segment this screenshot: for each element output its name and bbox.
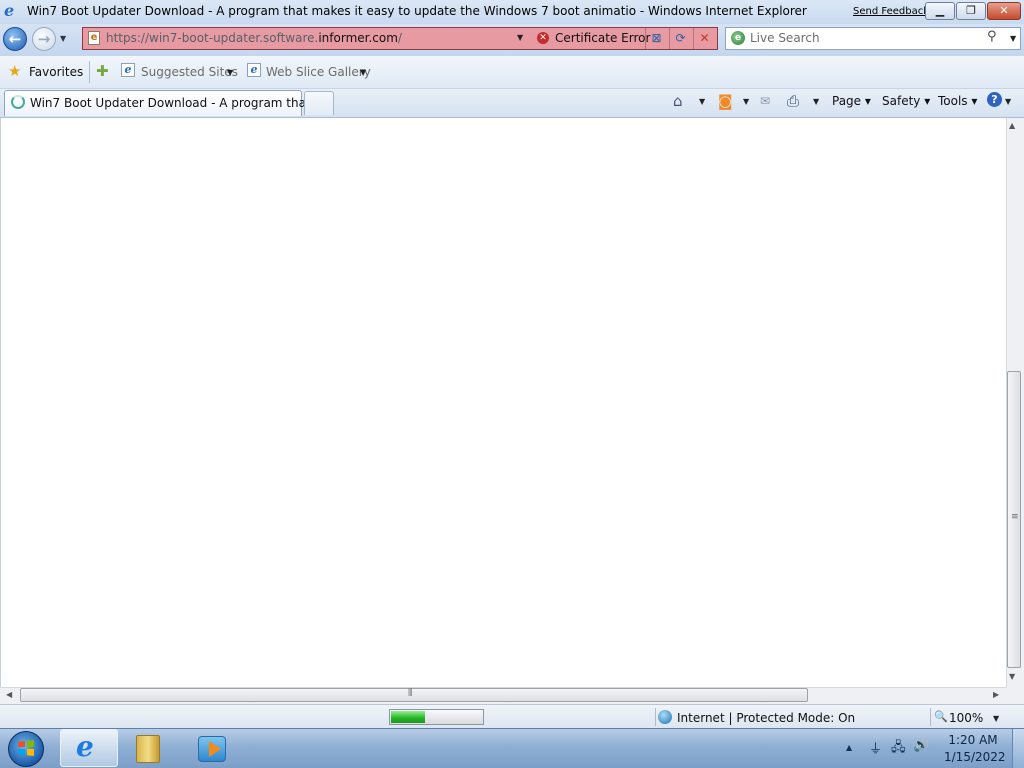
- new-tab-button[interactable]: [304, 91, 334, 115]
- loading-icon: [11, 95, 25, 109]
- certificate-error-icon[interactable]: ✕: [537, 32, 549, 44]
- read-mail-icon[interactable]: ✉: [760, 94, 770, 108]
- web-slice-gallery-icon: e: [247, 63, 261, 77]
- safely-remove-hardware-icon[interactable]: ⏚: [869, 738, 882, 757]
- show-desktop-button[interactable]: [1012, 729, 1024, 768]
- status-bar: [0, 704, 1024, 728]
- close-button[interactable]: ✕: [987, 2, 1021, 20]
- scroll-grip-icon: ≡: [1011, 512, 1019, 522]
- progress-fill: [391, 711, 425, 723]
- status-separator: [655, 708, 656, 726]
- print-dropdown-icon[interactable]: ▼: [813, 97, 819, 106]
- clock-time[interactable]: 1:20 AM: [947, 733, 999, 747]
- suggested-sites-dropdown-icon[interactable]: ▼: [227, 68, 233, 77]
- back-button[interactable]: ←: [3, 27, 27, 51]
- security-zone-status[interactable]: Internet | Protected Mode: On: [677, 711, 855, 725]
- suggested-sites-link[interactable]: Suggested Sites: [141, 65, 238, 79]
- page-content[interactable]: [0, 118, 1006, 687]
- url-suffix: /: [397, 31, 402, 45]
- windows-explorer-icon[interactable]: [136, 735, 160, 763]
- address-input[interactable]: https://win7-boot-updater.software.infor…: [106, 31, 402, 45]
- help-icon[interactable]: ?: [987, 92, 1002, 107]
- play-icon: [209, 741, 221, 757]
- home-dropdown-icon[interactable]: ▼: [699, 97, 705, 106]
- help-dropdown-icon[interactable]: ▼: [1005, 97, 1011, 106]
- send-feedback-link[interactable]: Send Feedback: [853, 6, 929, 17]
- recent-pages-dropdown-icon[interactable]: ▼: [60, 34, 66, 43]
- scroll-grip-icon: ⦀: [408, 688, 413, 699]
- suggested-sites-icon: e: [121, 63, 135, 77]
- globe-icon: [658, 710, 672, 724]
- certificate-error-button[interactable]: Certificate Error: [555, 31, 650, 45]
- search-icon[interactable]: ⚲: [987, 29, 997, 44]
- url-domain: informer.com: [318, 31, 398, 45]
- add-to-favorites-bar-icon[interactable]: ✚: [96, 62, 109, 80]
- scroll-left-icon[interactable]: ◀: [6, 690, 12, 699]
- scroll-corner: [1006, 687, 1024, 704]
- feeds-icon[interactable]: ◙: [718, 92, 733, 110]
- print-icon[interactable]: ⎙: [787, 92, 799, 110]
- page-menu[interactable]: Page ▾: [832, 94, 871, 108]
- zoom-level[interactable]: 100%: [949, 711, 983, 725]
- forward-button[interactable]: →: [32, 27, 56, 51]
- home-icon[interactable]: ⌂: [673, 92, 683, 110]
- favorites-star-icon[interactable]: ★: [8, 62, 21, 80]
- clock-date[interactable]: 1/15/2022: [944, 750, 1006, 764]
- internet-explorer-icon[interactable]: e: [4, 3, 20, 19]
- live-search-icon: e: [731, 31, 745, 45]
- web-slice-gallery-link[interactable]: Web Slice Gallery: [266, 65, 371, 79]
- maximize-button[interactable]: ❐: [956, 2, 986, 20]
- scroll-right-icon[interactable]: ▶: [993, 690, 999, 699]
- tools-menu[interactable]: Tools ▾: [938, 94, 977, 108]
- feeds-dropdown-icon[interactable]: ▼: [743, 97, 749, 106]
- address-dropdown-icon[interactable]: ▼: [517, 33, 523, 42]
- search-options-dropdown-icon[interactable]: ▼: [1010, 34, 1016, 43]
- stop-icon[interactable]: ✕: [693, 28, 715, 49]
- safety-menu[interactable]: Safety ▾: [882, 94, 930, 108]
- search-placeholder[interactable]: Live Search: [750, 31, 820, 45]
- favorites-separator: [89, 61, 90, 83]
- url-prefix: https://win7-boot-updater.software.: [106, 31, 319, 45]
- web-slice-gallery-dropdown-icon[interactable]: ▼: [360, 68, 366, 77]
- status-separator: [930, 708, 931, 726]
- compatibility-view-icon[interactable]: ⊠: [645, 28, 667, 49]
- zoom-icon[interactable]: 🔍: [934, 710, 948, 723]
- volume-icon[interactable]: 🔊: [913, 738, 929, 753]
- favorites-button[interactable]: Favorites: [29, 65, 83, 79]
- internet-explorer-icon: e: [76, 730, 94, 763]
- network-icon[interactable]: 🖧: [891, 738, 906, 760]
- show-hidden-icons-icon[interactable]: ▲: [846, 743, 852, 752]
- scroll-up-icon[interactable]: ▲: [1009, 121, 1015, 130]
- tab-title[interactable]: Win7 Boot Updater Download - A program t…: [30, 96, 326, 110]
- minimize-button[interactable]: ▁: [925, 2, 955, 20]
- window-title: Win7 Boot Updater Download - A program t…: [27, 4, 807, 18]
- scroll-down-icon[interactable]: ▼: [1009, 672, 1015, 681]
- horizontal-scroll-thumb[interactable]: [20, 688, 808, 702]
- page-icon: e: [88, 31, 100, 45]
- windows-logo-icon: [18, 740, 34, 756]
- zoom-dropdown-icon[interactable]: ▼: [993, 714, 999, 723]
- refresh-icon[interactable]: ⟳: [669, 28, 691, 49]
